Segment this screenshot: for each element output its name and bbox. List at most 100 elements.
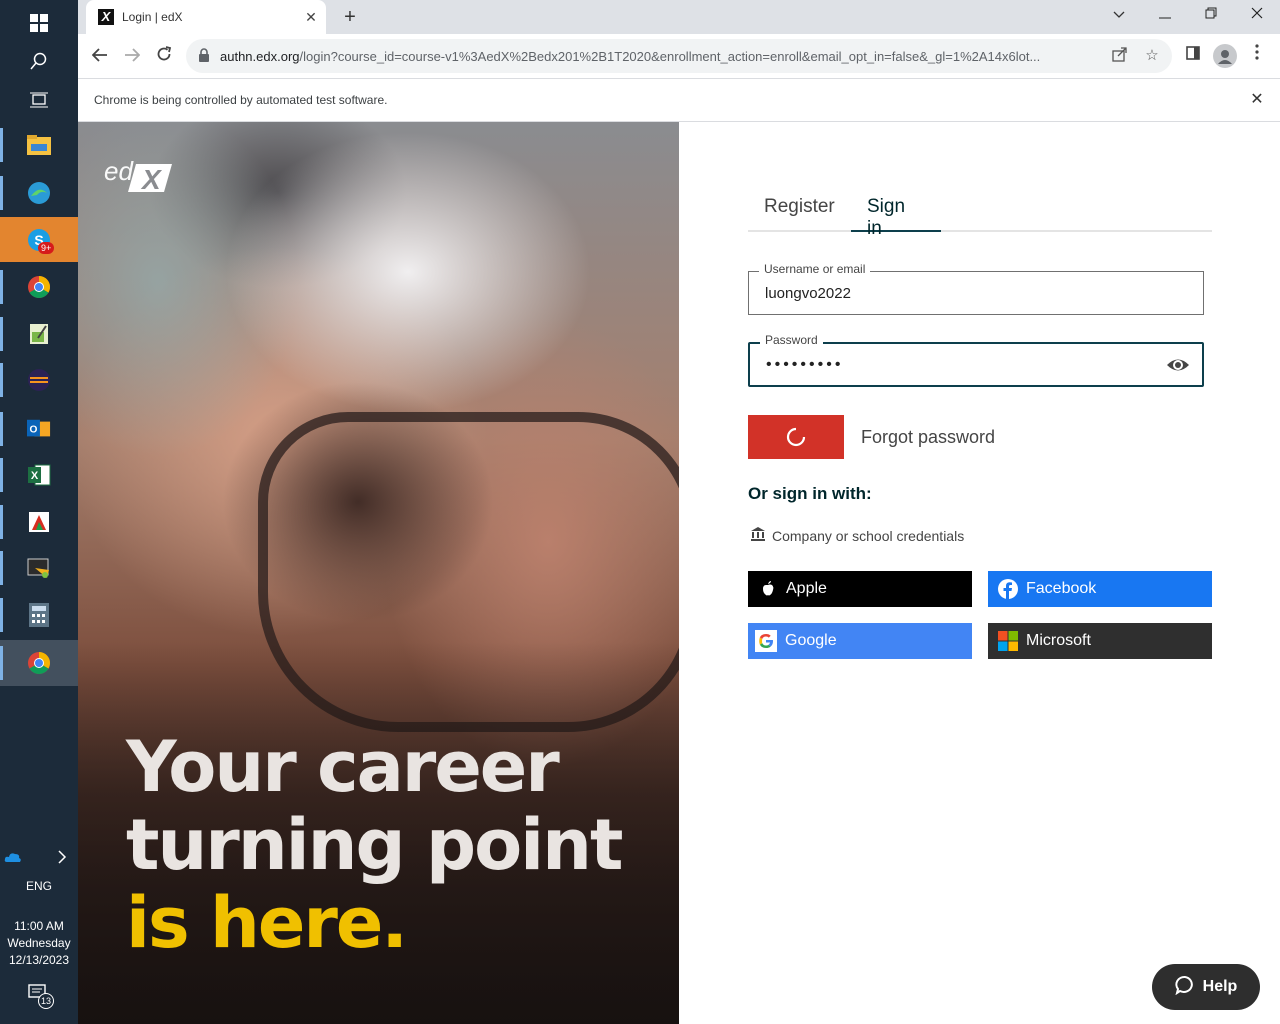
taskbar-chrome-active[interactable] bbox=[0, 640, 78, 686]
running-indicator bbox=[0, 551, 3, 585]
action-center-button[interactable]: 13 bbox=[28, 984, 58, 1014]
hero-image: ed X Your career turning point is here. bbox=[78, 122, 679, 1024]
username-field[interactable]: Username or email luongvo2022 bbox=[748, 262, 1204, 315]
search-icon bbox=[27, 49, 51, 73]
automation-infobar: Chrome is being controlled by automated … bbox=[78, 78, 1280, 122]
system-clock[interactable]: 11:00 AM Wednesday 12/13/2023 bbox=[0, 918, 78, 969]
browser-tab[interactable]: X Login | edX ✕ bbox=[86, 0, 326, 34]
svg-text:X: X bbox=[31, 470, 39, 482]
taskbar-notepad[interactable] bbox=[0, 311, 78, 357]
address-bar[interactable]: authn.edx.org/login?course_id=course-v1%… bbox=[186, 39, 1172, 73]
edge-icon bbox=[27, 181, 51, 205]
running-indicator bbox=[0, 317, 3, 351]
calculator-icon bbox=[27, 603, 51, 627]
clock-date: 12/13/2023 bbox=[8, 953, 70, 967]
running-indicator bbox=[0, 270, 3, 304]
avatar bbox=[1213, 44, 1237, 68]
microsoft-icon bbox=[998, 631, 1018, 651]
running-indicator bbox=[0, 646, 3, 680]
taskbar-skype[interactable]: S 9+ bbox=[0, 217, 78, 262]
bookmark-star-icon[interactable]: ☆ bbox=[1142, 46, 1162, 66]
taskbar-red-app[interactable] bbox=[0, 499, 78, 545]
microsoft-signin-button[interactable]: Microsoft bbox=[988, 623, 1212, 659]
tab-register[interactable]: Register bbox=[748, 184, 851, 232]
infobar-close-icon[interactable]: ✕ bbox=[1246, 89, 1268, 111]
tab-search-chevron-down-icon[interactable] bbox=[1096, 0, 1142, 30]
running-indicator bbox=[0, 505, 3, 539]
apple-label: Apple bbox=[786, 580, 827, 597]
notepad-icon bbox=[27, 322, 51, 346]
taskbar-chrome[interactable] bbox=[0, 264, 78, 310]
forgot-password-link[interactable]: Forgot password bbox=[861, 427, 995, 448]
reload-button[interactable] bbox=[150, 42, 178, 70]
taskbar-eclipse[interactable] bbox=[0, 357, 78, 403]
taskbar-snipping[interactable] bbox=[0, 545, 78, 591]
facebook-icon bbox=[998, 579, 1018, 599]
input-language[interactable]: ENG bbox=[0, 879, 78, 893]
running-indicator bbox=[0, 128, 3, 162]
chrome-icon bbox=[27, 275, 51, 299]
close-window-button[interactable] bbox=[1234, 0, 1280, 30]
task-view-icon bbox=[27, 88, 51, 112]
sign-in-submit-button[interactable] bbox=[748, 415, 844, 459]
onedrive-icon[interactable] bbox=[4, 850, 24, 866]
hero-headline: Your career turning point is here. bbox=[126, 726, 623, 964]
tab-close-icon[interactable]: ✕ bbox=[302, 8, 320, 26]
outlook-icon: O bbox=[27, 417, 51, 441]
skype-badge: 9+ bbox=[38, 242, 55, 254]
hero-line-2: turning point bbox=[126, 804, 623, 886]
lock-icon[interactable] bbox=[198, 48, 214, 64]
new-tab-button[interactable]: + bbox=[338, 5, 362, 29]
hero-line-1: Your career bbox=[126, 726, 560, 808]
running-indicator bbox=[0, 176, 3, 210]
profile-button[interactable] bbox=[1212, 43, 1238, 69]
show-hidden-icons-chevron-icon[interactable] bbox=[52, 850, 72, 868]
tab-strip: X Login | edX ✕ + bbox=[78, 0, 1280, 34]
taskbar-edge[interactable] bbox=[0, 170, 78, 216]
microsoft-label: Microsoft bbox=[1026, 632, 1091, 649]
facebook-signin-button[interactable]: Facebook bbox=[988, 571, 1212, 607]
running-indicator bbox=[0, 412, 3, 446]
loading-spinner-icon bbox=[786, 427, 806, 447]
taskbar-outlook[interactable]: O bbox=[0, 406, 78, 452]
company-credentials-link[interactable]: Company or school credentials bbox=[750, 526, 964, 545]
password-field[interactable]: Password ••••••••• bbox=[748, 333, 1204, 387]
app-icon bbox=[27, 510, 51, 534]
edx-logo[interactable]: ed X bbox=[102, 156, 174, 195]
taskbar-calculator[interactable] bbox=[0, 592, 78, 638]
username-value: luongvo2022 bbox=[765, 285, 851, 302]
restore-button[interactable] bbox=[1188, 0, 1234, 30]
password-value: ••••••••• bbox=[766, 356, 844, 373]
clock-time: 11:00 AM bbox=[14, 919, 64, 933]
hero-line-3: is here. bbox=[126, 882, 408, 964]
share-icon[interactable] bbox=[1110, 46, 1130, 66]
task-view-button[interactable] bbox=[0, 77, 78, 123]
facebook-label: Facebook bbox=[1026, 580, 1097, 597]
taskbar-file-explorer[interactable] bbox=[0, 122, 78, 168]
institution-icon bbox=[750, 526, 766, 545]
apple-signin-button[interactable]: Apple bbox=[748, 571, 972, 607]
auth-tabs: Register Sign in bbox=[748, 184, 1212, 239]
browser-window: X Login | edX ✕ + authn.edx.org/login?co… bbox=[78, 0, 1280, 1024]
forward-button[interactable] bbox=[118, 42, 146, 70]
chrome-icon bbox=[27, 651, 51, 675]
help-button[interactable]: Help bbox=[1152, 964, 1260, 1010]
infobar-text: Chrome is being controlled by automated … bbox=[94, 93, 388, 107]
login-panel: Register Sign in Username or email luong… bbox=[679, 122, 1280, 1024]
side-panel-icon[interactable] bbox=[1180, 43, 1206, 69]
taskbar: S 9+ O X ENG 11:00 AM Wednesday 12/13/20… bbox=[0, 0, 78, 1024]
minimize-button[interactable] bbox=[1142, 0, 1188, 30]
taskbar-excel[interactable]: X bbox=[0, 452, 78, 498]
svg-text:ed: ed bbox=[104, 156, 134, 186]
menu-kebab-icon[interactable] bbox=[1244, 43, 1270, 69]
apple-icon bbox=[758, 579, 778, 599]
folder-icon bbox=[27, 133, 51, 157]
url-text: authn.edx.org/login?course_id=course-v1%… bbox=[220, 49, 1100, 64]
google-signin-button[interactable]: Google bbox=[748, 623, 972, 659]
url-path: /login?course_id=course-v1%3AedX%2Bedx20… bbox=[299, 49, 1041, 64]
svg-text:O: O bbox=[30, 425, 38, 436]
back-button[interactable] bbox=[86, 42, 114, 70]
show-password-eye-icon[interactable] bbox=[1166, 355, 1190, 375]
eclipse-icon bbox=[27, 368, 51, 392]
tab-signin[interactable]: Sign in bbox=[851, 184, 941, 239]
